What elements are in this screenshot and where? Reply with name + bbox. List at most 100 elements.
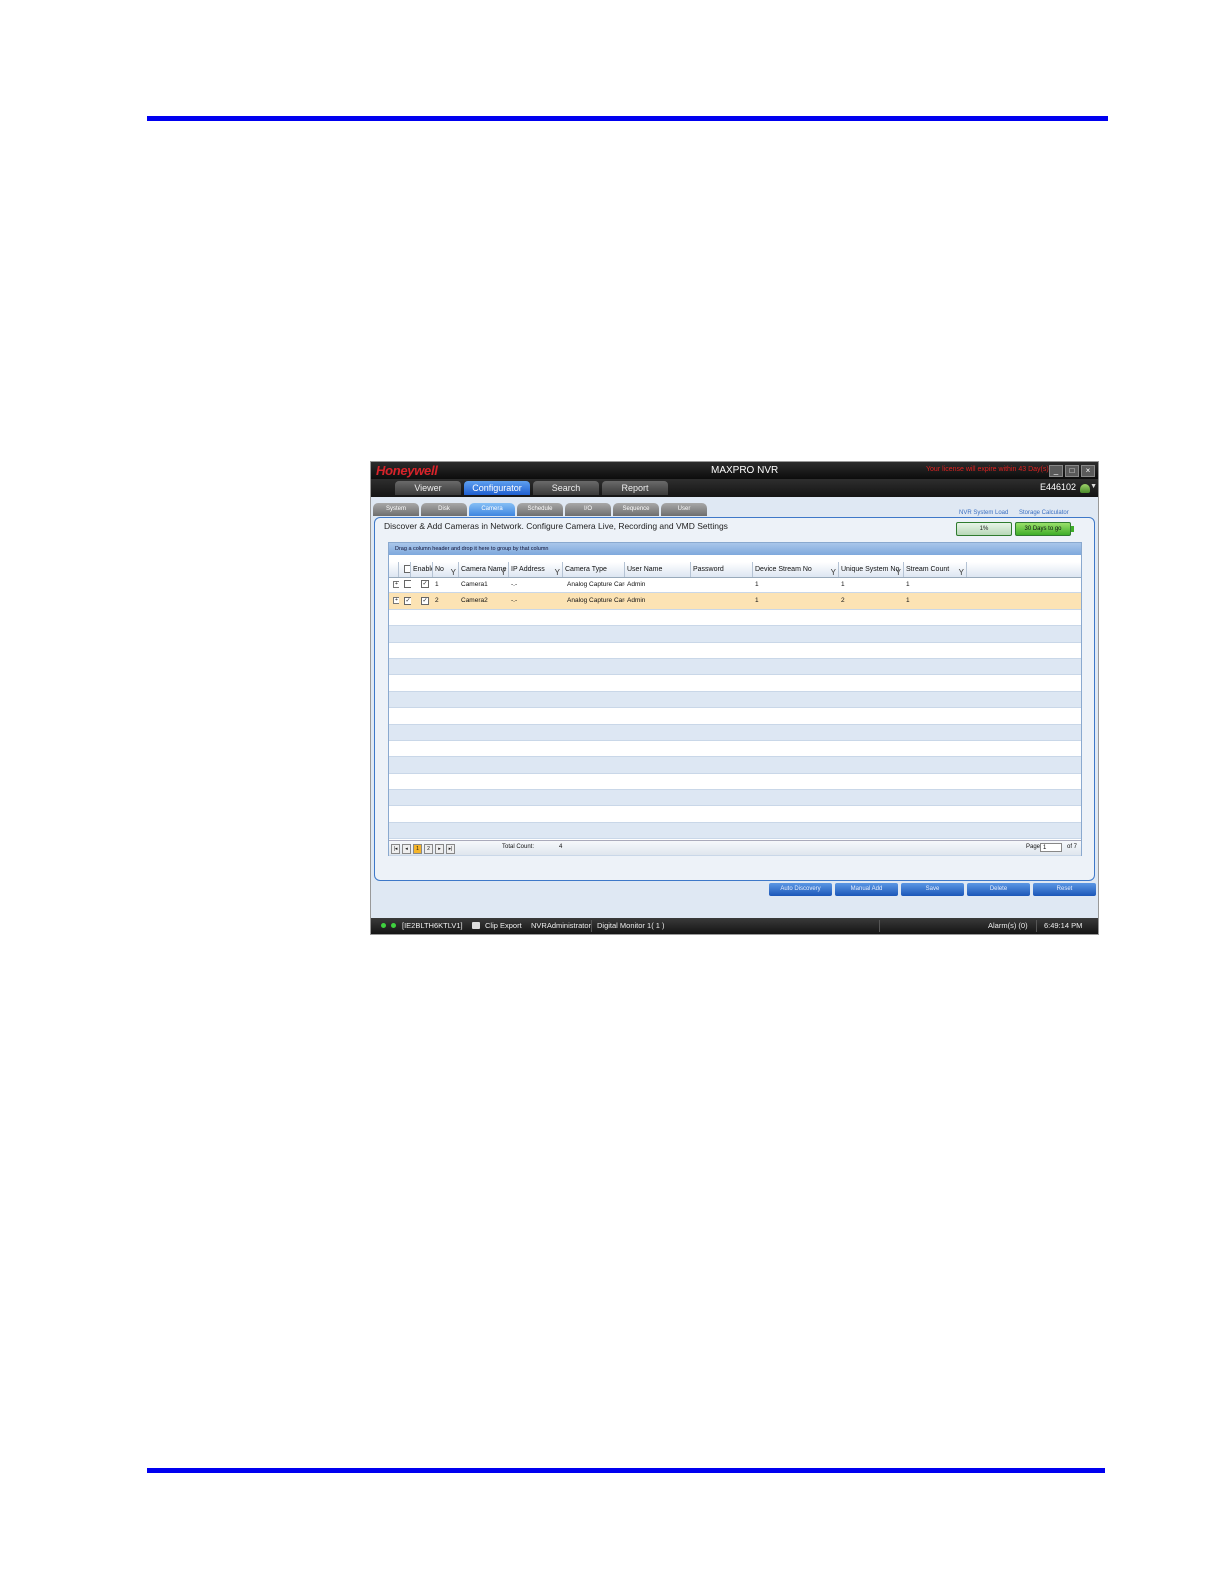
subtab-user[interactable]: User — [661, 503, 707, 516]
enable-checkbox[interactable]: ✓ — [421, 580, 429, 589]
clock: 6:49:14 PM — [1044, 921, 1083, 930]
storage-calculator-label[interactable]: Storage Calculator — [1019, 510, 1069, 516]
status-green-icon — [391, 923, 396, 928]
subtab-system[interactable]: System — [373, 503, 419, 516]
nvr-load-label[interactable]: NVR System Load — [959, 510, 1008, 516]
checkbox-icon[interactable]: ✓ — [404, 596, 411, 605]
checkbox-icon[interactable] — [404, 565, 410, 574]
checkbox-icon[interactable] — [404, 580, 411, 589]
host-name: [IE2BLTH6KTLV1] — [402, 921, 463, 930]
camera-config-panel: Discover & Add Cameras in Network. Confi… — [374, 510, 1095, 881]
chevron-down-icon[interactable]: ▼ — [1090, 483, 1097, 490]
current-user[interactable]: E446102 — [1040, 482, 1076, 492]
enable-checkbox[interactable]: ✓ — [421, 596, 429, 605]
storage-bar: 30 Days to go — [1015, 522, 1074, 536]
cell-ip: -.- — [511, 581, 518, 588]
clip-export-link[interactable]: Clip Export — [485, 918, 522, 934]
column-header-camera-name[interactable]: Camera Name Y — [459, 562, 509, 577]
nav-tab-report[interactable]: Report — [602, 481, 668, 495]
license-notice: Your license will expire within 43 Day(s… — [926, 466, 1049, 473]
auto-discovery-button[interactable]: Auto Discovery — [769, 883, 832, 896]
total-count-label: Total Count: — [502, 844, 535, 850]
subtab-schedule[interactable]: Schedule — [517, 503, 563, 516]
users-icon[interactable] — [1080, 484, 1090, 493]
minimize-icon[interactable]: _ — [1049, 465, 1063, 477]
column-header-no[interactable]: No Y — [433, 562, 459, 577]
cell-enable[interactable]: ✓ — [411, 593, 433, 608]
empty-row — [389, 806, 1081, 823]
filter-funnel-icon[interactable]: Y — [451, 565, 456, 577]
filter-funnel-icon[interactable]: Y — [896, 565, 901, 577]
cell-type: Analog Capture Card — [567, 581, 625, 588]
cell-enable[interactable]: ✓ — [411, 577, 433, 592]
expand-cell[interactable]: + — [389, 593, 399, 608]
table-row[interactable]: + ✓ 1 Camera1 -.- Analog Capture Card Admin 1 1 1 — [389, 577, 1081, 594]
monitor-label: Digital Monitor 1( 1 ) — [597, 921, 665, 930]
subtab-camera[interactable]: Camera — [469, 503, 515, 516]
expand-cell[interactable]: + — [389, 577, 399, 592]
row-select-cell[interactable]: ✓ — [399, 593, 411, 608]
empty-row — [389, 741, 1081, 758]
column-header-camera-type[interactable]: Camera Type — [563, 562, 625, 577]
page-number-input[interactable]: 1 — [1040, 843, 1062, 852]
column-header-label: Stream Count — [906, 566, 950, 573]
empty-row — [389, 790, 1081, 807]
next-page-icon[interactable]: ▸ — [435, 844, 444, 854]
page-label: Page — [1026, 844, 1041, 850]
divider — [591, 920, 592, 932]
last-page-icon[interactable]: ▸| — [446, 844, 455, 854]
empty-row — [389, 724, 1081, 741]
manual-add-button[interactable]: Manual Add — [835, 883, 898, 896]
filter-funnel-icon[interactable]: Y — [831, 565, 836, 577]
save-button[interactable]: Save — [901, 883, 964, 896]
page-button-2[interactable]: 2 — [424, 844, 433, 854]
empty-row — [389, 822, 1081, 840]
column-header-label: Password — [693, 566, 724, 573]
cell-password — [691, 577, 753, 592]
table-row[interactable]: + ✓ ✓ 2 Camera2 -.- Analog Capture Card Admin 1 2… — [389, 593, 1081, 610]
column-header-enable[interactable]: Enable — [411, 562, 433, 577]
divider — [1036, 920, 1037, 932]
column-header-device-stream-no[interactable]: Device Stream No Y — [753, 562, 839, 577]
row-select-cell[interactable] — [399, 577, 411, 592]
delete-button[interactable]: Delete — [967, 883, 1030, 896]
alarm-count[interactable]: Alarm(s) (0) — [988, 918, 1028, 934]
grid-header-row: Enable No Y Camera Name Y IP Address Y Camera T… — [389, 562, 1081, 578]
close-icon[interactable]: × — [1081, 465, 1095, 477]
select-all-checkbox[interactable] — [399, 562, 411, 577]
main-nav: Viewer Configurator Search Report E446102 ▼ — [371, 479, 1098, 497]
nav-tab-viewer[interactable]: Viewer — [395, 481, 461, 495]
first-page-icon[interactable]: |◂ — [391, 844, 400, 854]
column-header-password[interactable]: Password — [691, 562, 753, 577]
column-header-label: Enable — [413, 566, 433, 573]
column-header-label: Unique System No — [841, 566, 900, 573]
cell-device-stream: 1 — [755, 581, 759, 588]
prev-page-icon[interactable]: ◂ — [402, 844, 411, 854]
page-bottom-rule — [147, 1468, 1105, 1473]
nav-tab-search[interactable]: Search — [533, 481, 599, 495]
nav-tab-configurator[interactable]: Configurator — [464, 481, 530, 495]
cell-no: 2 — [435, 597, 439, 605]
honeywell-logo: Honeywell — [376, 463, 438, 478]
filter-funnel-icon[interactable]: Y — [959, 565, 964, 577]
reset-button[interactable]: Reset — [1033, 883, 1096, 896]
empty-row — [389, 691, 1081, 709]
header-filler — [967, 562, 1081, 577]
group-by-area[interactable]: Drag a column header and drop it here to… — [389, 543, 1081, 555]
cell-camera-name: Camera2 — [461, 597, 488, 605]
clip-export-icon[interactable] — [472, 922, 480, 929]
filter-funnel-icon[interactable]: Y — [501, 565, 506, 577]
column-header-stream-count[interactable]: Stream Count Y — [904, 562, 967, 577]
cell-user: Admin — [627, 581, 646, 588]
subtab-disk[interactable]: Disk — [421, 503, 467, 516]
filter-funnel-icon[interactable]: Y — [555, 565, 560, 577]
column-header-ip-address[interactable]: IP Address Y — [509, 562, 563, 577]
maxpro-nvr-window: Honeywell MAXPRO NVR Your license will e… — [371, 462, 1098, 934]
cell-no: 1 — [435, 581, 439, 588]
column-header-unique-system-no[interactable]: Unique System No Y — [839, 562, 904, 577]
subtab-sequence[interactable]: Sequence — [613, 503, 659, 516]
subtab-i-o[interactable]: I/O — [565, 503, 611, 516]
page-button-1[interactable]: 1 — [413, 844, 422, 854]
column-header-user-name[interactable]: User Name — [625, 562, 691, 577]
maximize-icon[interactable]: □ — [1065, 465, 1079, 477]
